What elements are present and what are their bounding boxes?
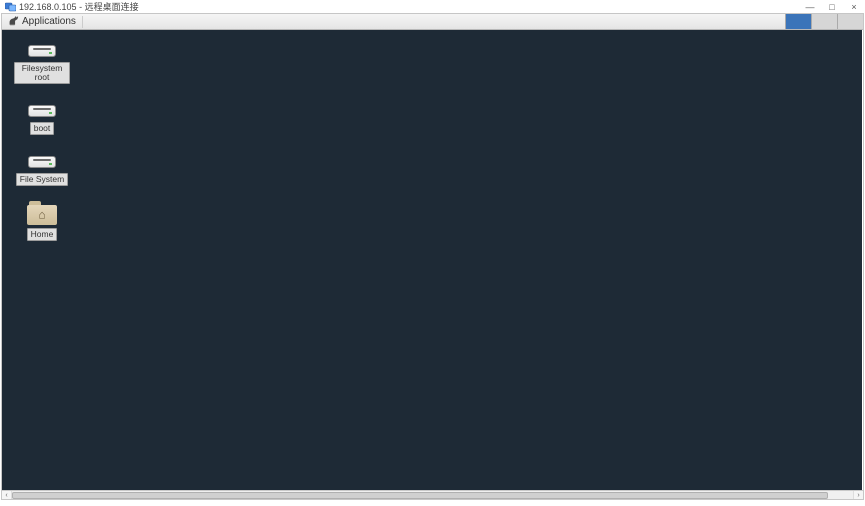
scroll-track[interactable] xyxy=(12,491,853,499)
desktop-icon-boot[interactable]: boot xyxy=(12,102,72,135)
rdp-titlebar: 192.168.0.105 - 远程桌面连接 — □ × xyxy=(0,0,865,13)
panel-separator xyxy=(82,16,83,28)
workspace-3[interactable] xyxy=(837,14,863,29)
remote-session-frame: Applications Filesystem root boot File Sys… xyxy=(1,13,864,500)
drive-icon xyxy=(26,102,58,120)
desktop-icon-fs[interactable]: File System xyxy=(12,153,72,186)
rdp-title-sep: - xyxy=(77,2,85,12)
desktop-icon-label: File System xyxy=(16,173,68,186)
horizontal-scrollbar[interactable]: ‹ › xyxy=(2,490,863,499)
rdp-title-ip: 192.168.0.105 xyxy=(19,2,77,12)
scroll-right-icon[interactable]: › xyxy=(853,491,863,499)
drive-icon xyxy=(26,153,58,171)
workspace-switcher xyxy=(785,14,863,29)
xfce-panel: Applications xyxy=(2,14,863,30)
minimize-button[interactable]: — xyxy=(799,0,821,13)
window-controls: — □ × xyxy=(799,0,865,13)
desktop-icon-label: Home xyxy=(27,228,58,241)
rdp-icon xyxy=(4,1,16,13)
maximize-button[interactable]: □ xyxy=(821,0,843,13)
folder-icon: ⌂ xyxy=(26,204,58,226)
home-icon: ⌂ xyxy=(38,207,45,221)
applications-menu-button[interactable]: Applications xyxy=(4,14,80,29)
desktop-icon-home[interactable]: ⌂ Home xyxy=(12,204,72,241)
desktop[interactable]: Filesystem root boot File System ⌂ Home xyxy=(2,30,862,490)
rdp-title-app: 远程桌面连接 xyxy=(85,2,139,12)
desktop-icon-fs-root[interactable]: Filesystem root xyxy=(12,42,72,84)
workspace-2[interactable] xyxy=(811,14,837,29)
scroll-left-icon[interactable]: ‹ xyxy=(2,491,12,499)
scroll-thumb[interactable] xyxy=(12,492,828,499)
rdp-title: 192.168.0.105 - 远程桌面连接 xyxy=(19,0,139,13)
desktop-icons-area: Filesystem root boot File System ⌂ Home xyxy=(12,42,72,241)
close-button[interactable]: × xyxy=(843,0,865,13)
desktop-icon-label: Filesystem root xyxy=(14,62,70,84)
desktop-viewport: Filesystem root boot File System ⌂ Home xyxy=(2,30,863,490)
workspace-1[interactable] xyxy=(785,14,811,29)
applications-menu-label: Applications xyxy=(22,16,76,27)
menu-icon xyxy=(8,16,19,27)
desktop-icon-label: boot xyxy=(30,122,55,135)
drive-icon xyxy=(26,42,58,60)
